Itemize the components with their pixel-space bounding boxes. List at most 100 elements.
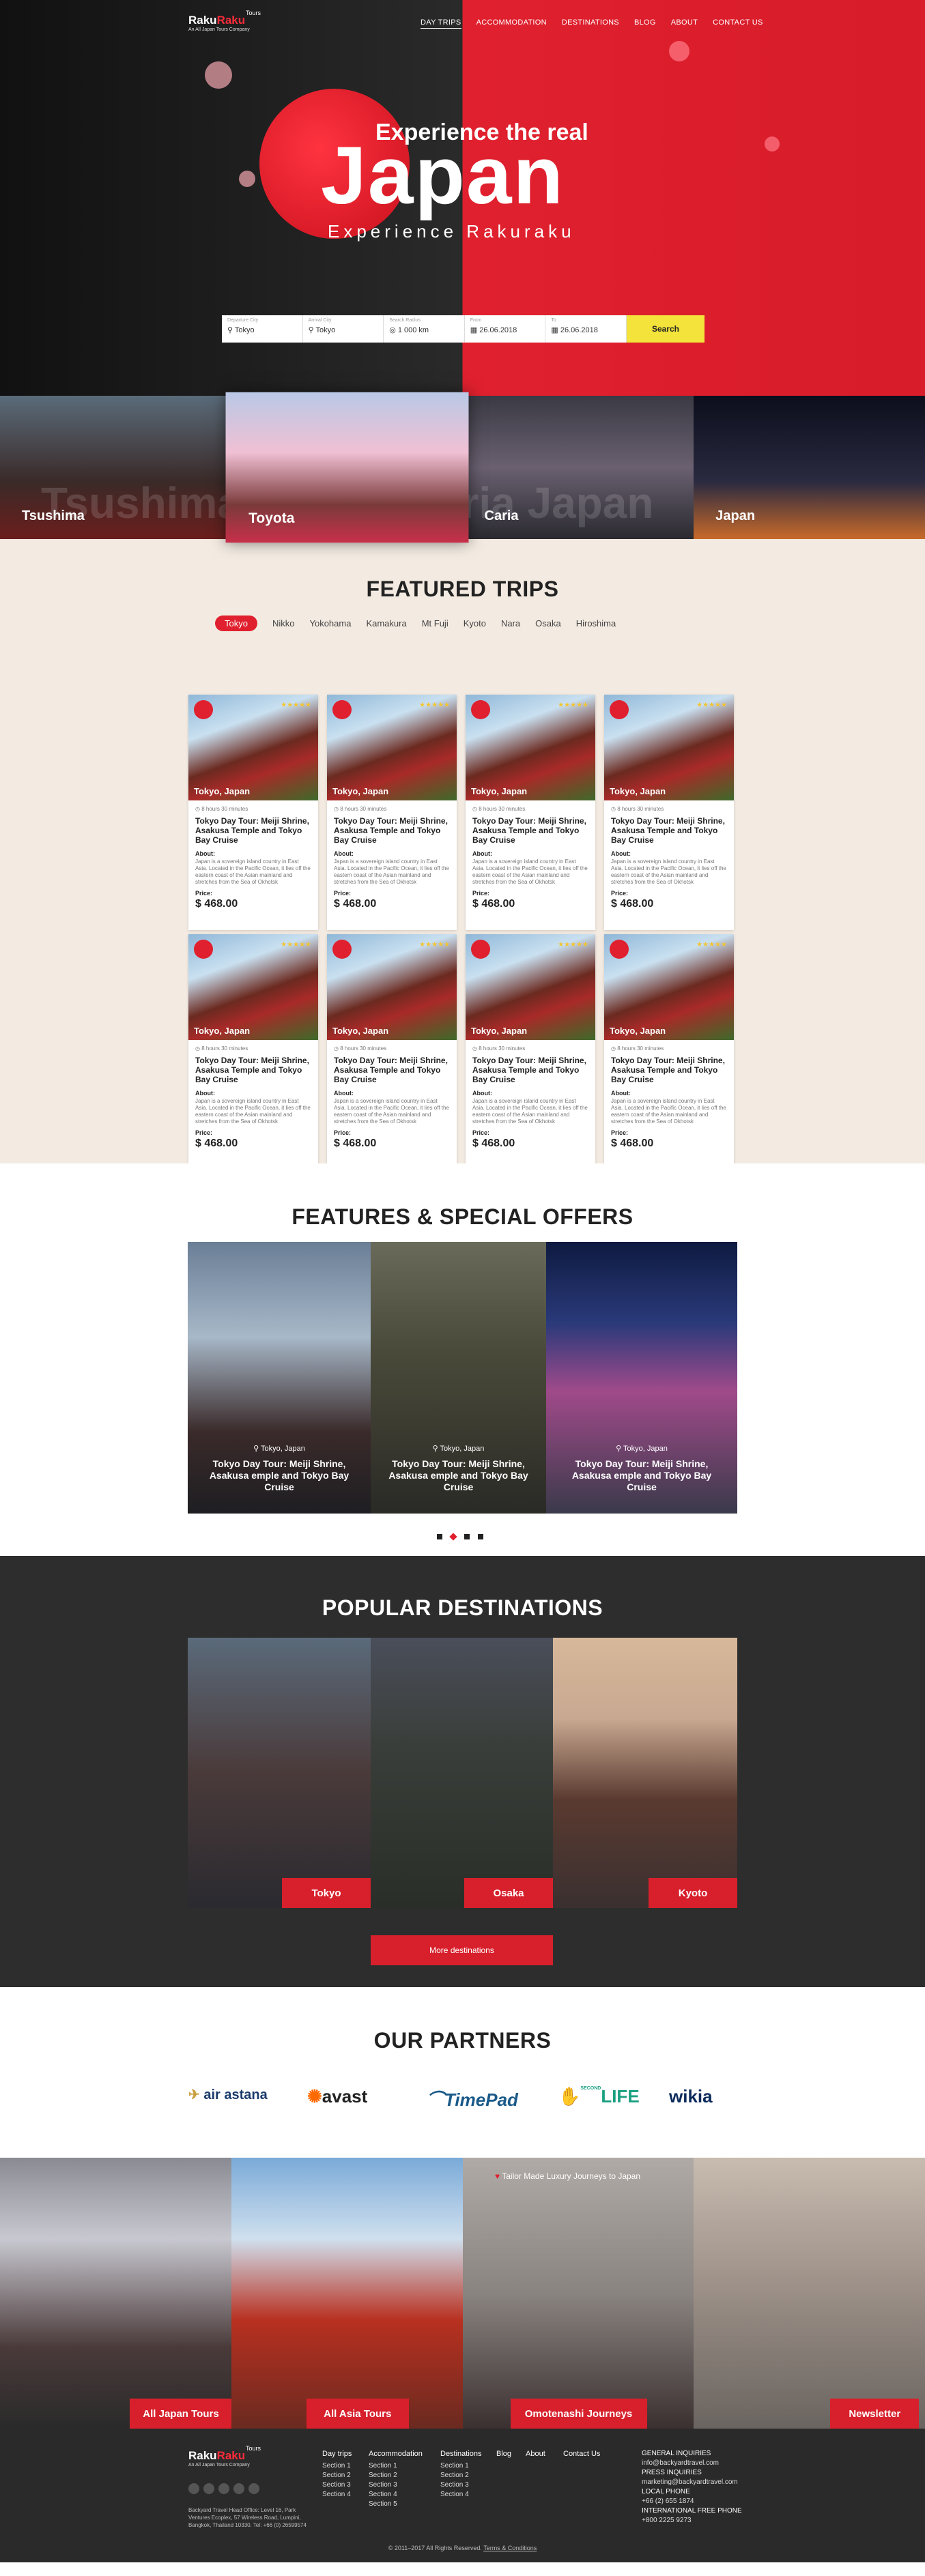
trip-card[interactable]: ★★★★★ Tokyo, Japan ◷ 8 hours 30 minutes Tok… — [188, 934, 318, 1170]
footer-column-heading[interactable]: Destinations — [440, 2449, 482, 2459]
contact-email[interactable]: marketing@backyardtravel.com — [642, 2478, 742, 2487]
tile-all-japan-tours[interactable]: All Japan Tours — [0, 2158, 231, 2429]
trip-duration: ◷ 8 hours 30 minutes — [466, 1040, 595, 1052]
destination-card-osaka[interactable]: Osaka — [371, 1638, 553, 1908]
footer-link[interactable]: Section 3 — [322, 2480, 352, 2490]
contact-phone[interactable]: +800 2225 9273 — [642, 2516, 742, 2526]
footer-link[interactable]: Section 4 — [322, 2490, 352, 2500]
trip-card[interactable]: ★★★★★ Tokyo, Japan ◷ 8 hours 30 minutes Tok… — [604, 934, 734, 1170]
trip-card[interactable]: ★★★★★ Tokyo, Japan ◷ 8 hours 30 minutes Tok… — [604, 695, 734, 930]
footer-link[interactable]: Section 4 — [440, 2490, 482, 2500]
rating-stars: ★★★★★ — [281, 701, 311, 709]
footer-link[interactable]: Section 2 — [440, 2471, 482, 2480]
facebook-icon[interactable] — [188, 2483, 199, 2494]
carousel-dot[interactable] — [478, 1534, 483, 1539]
offer-title: Tokyo Day Tour: Meiji Shrine, Asakusa em… — [209, 1458, 350, 1492]
carousel-dot[interactable] — [464, 1534, 470, 1539]
footer-link[interactable]: Section 1 — [440, 2461, 482, 2471]
strip-item-japan[interactable]: Japan — [694, 396, 925, 539]
footer-logo[interactable]: RakuRaku Tours An All Japan Tours Compan… — [188, 2445, 261, 2468]
google-plus-icon[interactable] — [218, 2483, 229, 2494]
nav-contact-us[interactable]: CONTACT US — [713, 18, 763, 29]
nav-day-trips[interactable]: DAY TRIPS — [421, 18, 461, 29]
footer-column-heading[interactable]: Day trips — [322, 2449, 352, 2459]
footer-link[interactable]: Section 2 — [369, 2471, 423, 2480]
nav-blog[interactable]: BLOG — [634, 18, 656, 29]
strip-item-toyota[interactable]: Toyota — [225, 392, 468, 543]
carousel-dot-active[interactable] — [449, 1533, 457, 1541]
trip-card[interactable]: ★★★★★ Tokyo, Japan ◷ 8 hours 30 minutes Tok… — [327, 695, 457, 930]
tab-nara[interactable]: Nara — [501, 618, 520, 628]
departure-city-field[interactable]: Departure City ⚲ Tokyo — [222, 315, 303, 343]
logo[interactable]: RakuRaku Tours An All Japan Tours Compan… — [188, 10, 261, 32]
partner-logo-air-astana[interactable]: ✈ air astana — [188, 2086, 268, 2103]
trip-title[interactable]: Tokyo Day Tour: Meiji Shrine, Asakusa Te… — [327, 812, 457, 845]
trip-about: Japan is a sovereign island country in E… — [195, 858, 311, 884]
tab-osaka[interactable]: Osaka — [535, 618, 561, 628]
footer-link[interactable]: Section 3 — [440, 2480, 482, 2490]
tab-kamakura[interactable]: Kamakura — [366, 618, 406, 628]
partner-logo-second-life[interactable]: ✋SECONDLIFE — [558, 2086, 640, 2107]
tab-nikko[interactable]: Nikko — [272, 618, 295, 628]
arrival-city-field[interactable]: Arrival City ⚲ Tokyo — [303, 315, 384, 343]
destination-card-tokyo[interactable]: Tokyo — [188, 1638, 371, 1908]
tab-kyoto[interactable]: Kyoto — [464, 618, 486, 628]
trip-card[interactable]: ★★★★★ Tokyo, Japan ◷ 8 hours 30 minutes Tok… — [327, 934, 457, 1170]
trip-title[interactable]: Tokyo Day Tour: Meiji Shrine, Asakusa Te… — [466, 1052, 595, 1084]
footer-link[interactable]: Section 1 — [369, 2461, 423, 2471]
nav-destinations[interactable]: DESTINATIONS — [562, 18, 619, 29]
partner-logo-avast[interactable]: ✺avast — [307, 2086, 367, 2107]
carousel-dot[interactable] — [437, 1534, 442, 1539]
offer-location-text: Tokyo, Japan — [261, 1445, 305, 1453]
trip-title[interactable]: Tokyo Day Tour: Meiji Shrine, Asakusa Te… — [327, 1052, 457, 1084]
footer-link[interactable]: Section 4 — [369, 2490, 423, 2500]
tab-tokyo[interactable]: Tokyo — [215, 616, 257, 631]
trip-card[interactable]: ★★★★★ Tokyo, Japan ◷ 8 hours 30 minutes Tok… — [466, 934, 595, 1170]
tile-newsletter[interactable]: Newsletter — [694, 2158, 925, 2429]
offer-card[interactable]: ⚲ Tokyo, Japan Tokyo Day Tour: Meiji Shri… — [546, 1242, 737, 1514]
footer-link[interactable]: Section 2 — [322, 2471, 352, 2480]
tab-hiroshima[interactable]: Hiroshima — [576, 618, 616, 628]
radius-field[interactable]: Search Radius ◎ 1 000 km — [384, 315, 465, 343]
footer-link[interactable]: Section 5 — [369, 2500, 423, 2509]
footer-column-heading[interactable]: Contact Us — [563, 2449, 600, 2459]
nav-about[interactable]: ABOUT — [671, 18, 698, 29]
contact-email[interactable]: info@backyardtravel.com — [642, 2459, 742, 2468]
instagram-icon[interactable] — [248, 2483, 259, 2494]
trip-price-label: Price: — [195, 890, 213, 897]
tab-mt-fuji[interactable]: Mt Fuji — [422, 618, 449, 628]
terms-link[interactable]: Terms & Conditions — [483, 2545, 537, 2551]
twitter-icon[interactable] — [203, 2483, 214, 2494]
destination-card-kyoto[interactable]: Kyoto — [553, 1638, 737, 1908]
date-from-field[interactable]: From ▦ 26.06.2018 — [465, 315, 546, 343]
footer-column-heading[interactable]: Accommodation — [369, 2449, 423, 2459]
trip-title[interactable]: Tokyo Day Tour: Meiji Shrine, Asakusa Te… — [604, 1052, 734, 1084]
footer-link[interactable]: Section 1 — [322, 2461, 352, 2471]
footer-contacts: GENERAL INQUIRIES info@backyardtravel.co… — [642, 2449, 742, 2526]
trip-card[interactable]: ★★★★★ Tokyo, Japan ◷ 8 hours 30 minutes Tok… — [466, 695, 595, 930]
trip-title[interactable]: Tokyo Day Tour: Meiji Shrine, Asakusa Te… — [188, 812, 318, 845]
tab-yokohama[interactable]: Yokohama — [309, 618, 351, 628]
offer-location-text: Tokyo, Japan — [440, 1445, 485, 1453]
partner-logo-wikia[interactable]: wikia — [669, 2086, 713, 2107]
search-button[interactable]: Search — [626, 315, 705, 343]
bottom-tiles: All Japan Tours All Asia Tours Omotenash… — [0, 2158, 925, 2429]
offer-card[interactable]: ⚲ Tokyo, Japan Tokyo Day Tour: Meiji Shri… — [188, 1242, 371, 1514]
trip-title[interactable]: Tokyo Day Tour: Meiji Shrine, Asakusa Te… — [604, 812, 734, 845]
more-destinations-button[interactable]: More destinations — [371, 1935, 553, 1965]
linkedin-icon[interactable] — [233, 2483, 244, 2494]
trip-title[interactable]: Tokyo Day Tour: Meiji Shrine, Asakusa Te… — [188, 1052, 318, 1084]
partner-logo-timepad[interactable]: ⌒TimePad — [427, 2086, 518, 2111]
logo-text-b: Raku — [216, 2449, 246, 2462]
contact-phone[interactable]: +66 (2) 655 1874 — [642, 2497, 742, 2506]
footer-link[interactable]: Section 3 — [369, 2480, 423, 2490]
date-to-field[interactable]: To ▦ 26.06.2018 — [545, 315, 627, 343]
tile-omotenashi-journeys[interactable]: Omotenashi Journeys — [462, 2158, 694, 2429]
trip-card[interactable]: ★★★★★ Tokyo, Japan ◷ 8 hours 30 minutes Tok… — [188, 695, 318, 930]
footer-column-heading[interactable]: About — [526, 2449, 545, 2459]
trip-title[interactable]: Tokyo Day Tour: Meiji Shrine, Asakusa Te… — [466, 812, 595, 845]
nav-accommodation[interactable]: ACCOMMODATION — [476, 18, 547, 29]
tile-all-asia-tours[interactable]: All Asia Tours — [231, 2158, 463, 2429]
offer-card[interactable]: ⚲ Tokyo, Japan Tokyo Day Tour: Meiji Shri… — [371, 1242, 546, 1514]
footer-column-heading[interactable]: Blog — [496, 2449, 511, 2459]
